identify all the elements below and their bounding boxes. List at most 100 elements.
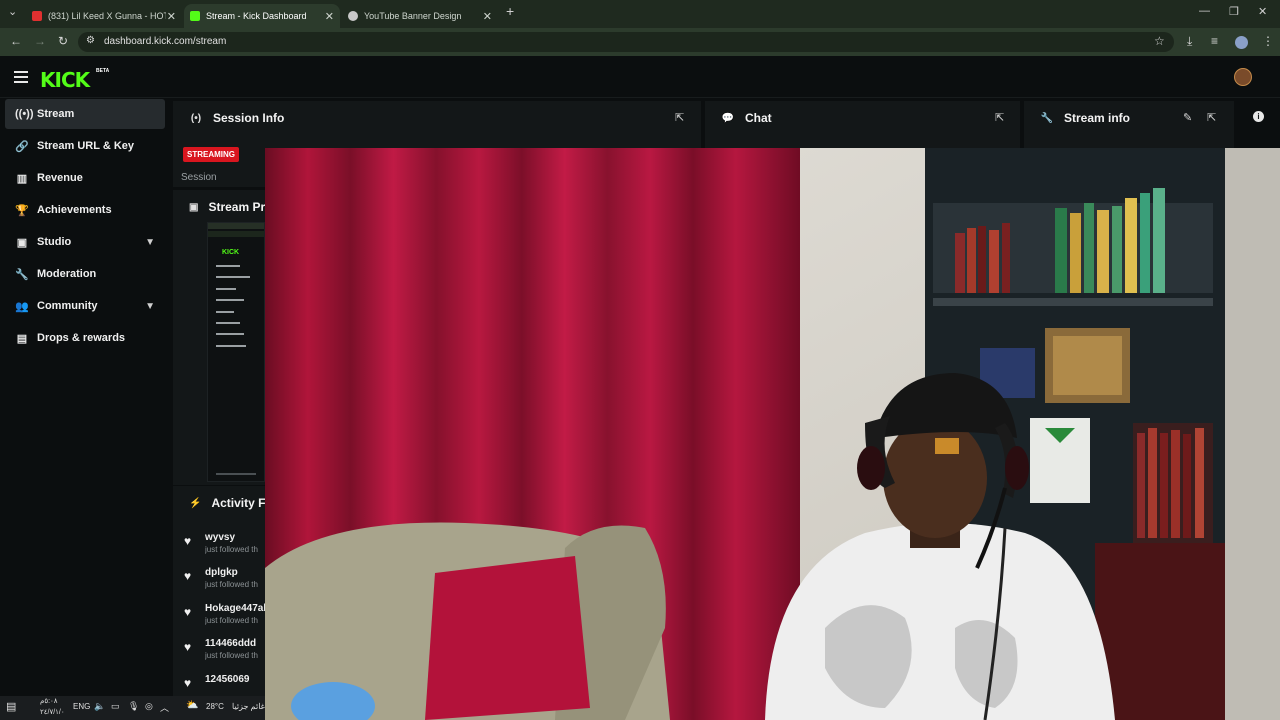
panel-title: Session Info	[213, 111, 285, 125]
sidebar-item-achievements[interactable]: 🏆 Achievements	[5, 195, 165, 225]
activity-item: ♥ dplgkp just followed th	[182, 567, 266, 601]
clock-time[interactable]: ٥:٠٨م	[40, 697, 58, 705]
weather-text[interactable]: غائم جزئيا	[232, 702, 265, 711]
microphone-icon[interactable]: 🎙	[128, 701, 139, 712]
weather-icon: ⛅	[186, 700, 199, 711]
activity-username: 114466ddd	[205, 638, 257, 649]
popout-icon[interactable]: ⇱	[1207, 111, 1216, 124]
kick-logo[interactable]: KICK	[40, 68, 90, 92]
stream-info-panel: 🔧 Stream info ✎ ⇱	[1024, 101, 1234, 151]
activity-username: wyvsy	[205, 532, 236, 543]
profile-icon[interactable]	[1235, 36, 1248, 49]
download-icon[interactable]: ⤓	[1187, 34, 1192, 49]
session-info-header: (•) Session Info	[173, 101, 701, 135]
globe-favicon-icon	[348, 11, 358, 21]
broadcast-icon: (•)	[190, 112, 202, 124]
close-icon[interactable]: ✕	[483, 10, 492, 23]
url-field[interactable]	[78, 32, 1174, 52]
studio-icon: ▣	[16, 236, 28, 249]
sidebar-item-stream[interactable]: ((•)) Stream	[5, 99, 165, 129]
avatar[interactable]	[1234, 68, 1252, 86]
reload-icon[interactable]: ↻	[58, 34, 68, 48]
wrench-icon: 🔧	[15, 268, 29, 281]
sidebar-item-label: Moderation	[37, 268, 97, 280]
stream-preview-thumbnail[interactable]: KICK	[207, 222, 265, 482]
browser-menu-icon[interactable]: ⋮	[1262, 34, 1274, 48]
youtube-favicon-icon	[32, 11, 42, 21]
volume-icon[interactable]: 🔈	[94, 701, 105, 712]
reading-list-icon[interactable]: ≡	[1211, 34, 1218, 48]
app-tray-icon[interactable]: ◎	[145, 701, 153, 712]
sidebar-item-stream-url-key[interactable]: 🔗 Stream URL & Key	[5, 131, 165, 161]
activity-item: ♥ Hokage447al just followed th	[182, 603, 266, 637]
preview-icon: ▣	[189, 201, 199, 213]
activity-item: ♥ 12456069	[182, 674, 266, 694]
language-indicator[interactable]: ENG	[73, 702, 90, 711]
forward-icon[interactable]: →	[34, 34, 46, 48]
tab-kick-dashboard[interactable]: Stream - Kick Dashboard ✕	[184, 4, 340, 28]
activity-text: just followed th	[205, 651, 258, 660]
lightning-icon: ⚡	[189, 497, 202, 509]
edit-pencil-icon[interactable]: ✎	[1183, 111, 1192, 124]
hamburger-menu-icon[interactable]	[14, 71, 28, 83]
activity-text: just followed th	[205, 580, 258, 589]
tab-title: (831) Lil Keed X Gunna - HOTT	[48, 11, 166, 21]
minimize-icon[interactable]: —	[1199, 5, 1210, 17]
close-icon[interactable]: ✕	[167, 10, 176, 23]
activity-username: dplgkp	[205, 567, 238, 578]
bookmark-star-icon[interactable]: ☆	[1154, 34, 1165, 48]
activity-item: ♥ 114466ddd just followed th	[182, 638, 266, 672]
sidebar-item-studio[interactable]: ▣ Studio ▼	[5, 227, 165, 257]
info-icon[interactable]: i	[1253, 111, 1264, 122]
tab-youtube[interactable]: (831) Lil Keed X Gunna - HOTT ✕	[26, 4, 182, 28]
chat-bubble-icon: 💬	[721, 112, 735, 124]
close-icon[interactable]: ✕	[325, 10, 334, 23]
chat-header: 💬 Chat	[705, 101, 1020, 135]
webcam-overlay	[265, 148, 1280, 720]
link-icon: 🔗	[15, 140, 29, 153]
chevron-down-icon: ▼	[145, 236, 155, 248]
popout-icon[interactable]: ⇱	[995, 111, 1004, 124]
browser-tab-bar: ⌄ (831) Lil Keed X Gunna - HOTT ✕ Stream…	[0, 0, 1280, 28]
webcam-scene	[265, 148, 1280, 720]
sidebar-item-community[interactable]: 👥 Community ▼	[5, 291, 165, 321]
weather-temp[interactable]: 28°C	[206, 702, 224, 711]
tab-search-icon[interactable]: ⌄	[8, 5, 17, 18]
sidebar-item-moderation[interactable]: 🔧 Moderation	[5, 259, 165, 289]
address-bar: ← → ↻ ⚙ dashboard.kick.com/stream ☆ ⤓ ≡ …	[0, 28, 1280, 56]
sidebar-item-label: Stream	[37, 108, 75, 120]
panel-title: Activity F	[211, 496, 266, 510]
drops-icon: ▤	[16, 332, 28, 345]
show-hidden-icons[interactable]: ︿	[160, 701, 169, 714]
notification-icon[interactable]: ▤	[6, 700, 16, 713]
chevron-down-icon: ▼	[145, 300, 155, 312]
heart-icon: ♥	[184, 569, 192, 583]
heart-icon: ♥	[184, 640, 192, 654]
sidebar-item-revenue[interactable]: ▥ Revenue	[5, 163, 165, 193]
session-label: Session	[181, 172, 217, 183]
tab-title: Stream - Kick Dashboard	[206, 11, 307, 21]
window-close-icon[interactable]: ✕	[1258, 5, 1267, 18]
sidebar-item-label: Revenue	[37, 172, 83, 184]
sidebar-item-label: Community	[37, 300, 98, 312]
sidebar-item-drops-rewards[interactable]: ▤ Drops & rewards	[5, 323, 165, 353]
thumbnail-logo: KICK	[222, 249, 240, 256]
trophy-icon: 🏆	[15, 204, 29, 217]
back-icon[interactable]: ←	[10, 34, 22, 48]
activity-item: ♥ wyvsy just followed th	[182, 532, 266, 566]
clock-date[interactable]: ٢٤/٧/١/٠	[40, 708, 65, 716]
popout-icon[interactable]: ⇱	[675, 111, 684, 124]
wrench-icon: 🔧	[1040, 112, 1054, 124]
stream-preview-header: ▣ Stream Pr	[173, 190, 265, 224]
sidebar-item-label: Achievements	[37, 204, 112, 216]
broadcast-icon: ((•))	[15, 108, 34, 120]
site-info-icon[interactable]: ⚙	[86, 35, 95, 46]
tab-youtube-banner[interactable]: YouTube Banner Design ✕	[342, 4, 498, 28]
new-tab-icon[interactable]: +	[506, 3, 514, 19]
sidebar: ((•)) Stream 🔗 Stream URL & Key ▥ Revenu…	[0, 98, 170, 696]
beta-badge: BETA	[96, 68, 110, 74]
network-icon[interactable]: ▭	[111, 701, 120, 712]
sidebar-item-label: Stream URL & Key	[37, 140, 134, 152]
restore-icon[interactable]: ❐	[1229, 5, 1239, 18]
sidebar-item-label: Studio	[37, 236, 72, 248]
